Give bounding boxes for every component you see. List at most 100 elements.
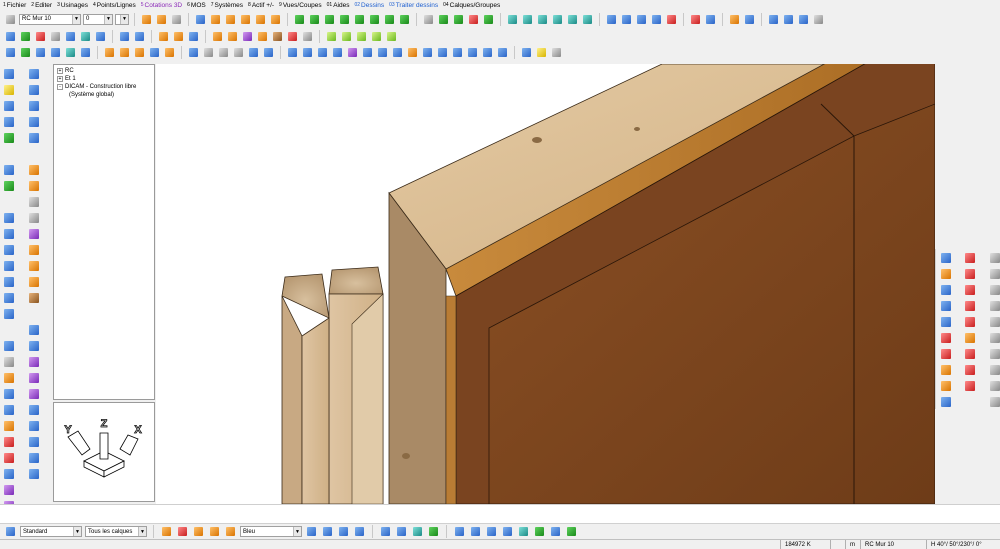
hole-icon[interactable]: [118, 30, 131, 43]
dimension-icon[interactable]: [316, 46, 329, 59]
line-tool-icon[interactable]: [565, 525, 578, 538]
snap-icon[interactable]: [160, 525, 173, 538]
chart-icon[interactable]: [2, 339, 17, 353]
stud-side[interactable]: [351, 293, 384, 504]
box-icon[interactable]: [163, 46, 176, 59]
door-icon[interactable]: [566, 13, 579, 26]
opening-icon[interactable]: [437, 13, 450, 26]
roof-outline-icon[interactable]: [939, 379, 954, 393]
export-icon[interactable]: [743, 13, 756, 26]
snap-icon[interactable]: [192, 525, 205, 538]
link-icon[interactable]: [27, 435, 42, 449]
link-icon[interactable]: [27, 371, 42, 385]
shape-icon[interactable]: [217, 46, 230, 59]
dimension-icon[interactable]: [170, 13, 183, 26]
wall-green-icon[interactable]: [308, 13, 321, 26]
save-icon[interactable]: [2, 99, 17, 113]
door-icon[interactable]: [551, 13, 564, 26]
snap-icon[interactable]: [208, 525, 221, 538]
chevron-down-icon[interactable]: ▼: [293, 527, 301, 536]
tool-icon[interactable]: [988, 267, 1000, 281]
layer-style-icon[interactable]: [4, 525, 17, 538]
shape-icon[interactable]: [187, 46, 200, 59]
wall-green-icon[interactable]: [293, 13, 306, 26]
wall-green-icon[interactable]: [323, 13, 336, 26]
layer-stack-icon[interactable]: [34, 30, 47, 43]
move-icon[interactable]: [2, 307, 17, 321]
dimension-icon[interactable]: [361, 46, 374, 59]
command-area[interactable]: [0, 504, 1000, 523]
stud-face[interactable]: [301, 317, 330, 504]
element-combo[interactable]: RC Mur 10 ▼: [19, 13, 81, 25]
image-icon[interactable]: [2, 403, 17, 417]
tree-item-et1[interactable]: + Et 1: [57, 75, 151, 83]
timber-wall-model[interactable]: [156, 64, 935, 504]
new-doc-icon[interactable]: [2, 67, 17, 81]
cut-icon[interactable]: [94, 30, 107, 43]
select-icon[interactable]: [939, 251, 954, 265]
tree-expander[interactable]: -: [57, 84, 63, 90]
roof-truss-icon[interactable]: [254, 13, 267, 26]
beam-icon[interactable]: [157, 30, 170, 43]
table-icon[interactable]: [2, 387, 17, 401]
chevron-down-icon[interactable]: ▼: [72, 14, 80, 24]
opening-icon[interactable]: [452, 13, 465, 26]
menu-item-7[interactable]: 8Actif +/-: [248, 2, 274, 9]
tree-item-dicam[interactable]: - DICAM - Construction libre: [57, 83, 151, 91]
layer-manager-icon[interactable]: [4, 13, 17, 26]
menu-item-5[interactable]: 6MOS: [187, 2, 206, 9]
window-icon[interactable]: [521, 13, 534, 26]
draw-tool-icon[interactable]: [411, 525, 424, 538]
chevron-down-icon[interactable]: ▼: [120, 14, 128, 24]
opening-icon[interactable]: [482, 13, 495, 26]
roof-truss-icon[interactable]: [224, 13, 237, 26]
link-icon[interactable]: [27, 387, 42, 401]
opening-icon[interactable]: [467, 13, 480, 26]
tool-icon[interactable]: [148, 46, 161, 59]
line-tool-icon[interactable]: [533, 525, 546, 538]
wall-green-icon[interactable]: [383, 13, 396, 26]
shape-icon[interactable]: [247, 46, 260, 59]
draw-icon[interactable]: [4, 30, 17, 43]
frame-icon[interactable]: [2, 467, 17, 481]
save-as-icon[interactable]: [2, 115, 17, 129]
element-icon[interactable]: [27, 99, 42, 113]
panel-icon[interactable]: [355, 30, 368, 43]
joint-icon[interactable]: [271, 30, 284, 43]
layer-style-combo[interactable]: Standard ▼: [20, 526, 82, 537]
undo-icon[interactable]: [2, 163, 17, 177]
panel-icon[interactable]: [340, 30, 353, 43]
cross-red-icon[interactable]: [963, 251, 978, 265]
shape-icon[interactable]: [232, 46, 245, 59]
roof-truss-icon[interactable]: [239, 13, 252, 26]
layer-icon[interactable]: [650, 13, 663, 26]
layer-icon[interactable]: [620, 13, 633, 26]
shape-icon[interactable]: [202, 46, 215, 59]
stud-end-grain[interactable]: [328, 266, 384, 295]
link-icon[interactable]: [27, 403, 42, 417]
cut-icon[interactable]: [27, 243, 42, 257]
tool-icon[interactable]: [988, 251, 1000, 265]
beam-icon[interactable]: [963, 331, 978, 345]
sphere-icon[interactable]: [155, 13, 168, 26]
copy-icon[interactable]: [2, 243, 17, 257]
wall-green-icon[interactable]: [368, 13, 381, 26]
3d-viewport[interactable]: [156, 64, 935, 504]
cross-red-icon[interactable]: [963, 283, 978, 297]
cut-icon[interactable]: [27, 275, 42, 289]
joint-icon[interactable]: [27, 291, 42, 305]
cursor-icon[interactable]: [194, 13, 207, 26]
link-icon[interactable]: [27, 355, 42, 369]
window-icon[interactable]: [536, 13, 549, 26]
eraser-icon[interactable]: [27, 211, 42, 225]
wall-green-icon[interactable]: [338, 13, 351, 26]
cut-icon[interactable]: [64, 30, 77, 43]
tool-icon[interactable]: [988, 379, 1000, 393]
element-icon[interactable]: [27, 83, 42, 97]
link-icon[interactable]: [27, 451, 42, 465]
cross-red-icon[interactable]: [963, 363, 978, 377]
panel-icon[interactable]: [370, 30, 383, 43]
element-icon[interactable]: [27, 115, 42, 129]
cross-icon[interactable]: [27, 179, 42, 193]
roof-outline-icon[interactable]: [939, 363, 954, 377]
